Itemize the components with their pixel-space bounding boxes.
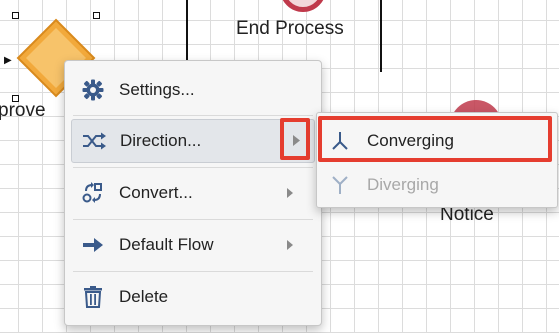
menu-item-default-flow[interactable]: Default Flow xyxy=(71,223,315,267)
submenu-item-diverging: Diverging xyxy=(323,165,551,205)
shuffle-icon xyxy=(76,132,112,150)
submenu-arrow-icon xyxy=(283,187,297,199)
converging-highlight-box xyxy=(318,116,552,162)
direction-arrow-highlight-box xyxy=(280,118,310,160)
arrow-right-icon xyxy=(75,237,111,253)
diverging-icon xyxy=(323,175,357,195)
menu-item-delete[interactable]: Delete xyxy=(71,275,315,319)
menu-item-settings[interactable]: Settings... xyxy=(71,68,315,112)
selection-handle-top-right[interactable] xyxy=(93,12,100,19)
submenu-item-label: Diverging xyxy=(367,175,439,194)
gear-icon xyxy=(75,79,111,101)
menu-item-label: Settings... xyxy=(119,80,195,99)
convert-icon xyxy=(75,182,111,204)
menu-item-label: Default Flow xyxy=(119,235,214,254)
menu-divider xyxy=(73,219,313,220)
lane-divider xyxy=(380,0,382,72)
menu-item-label: Convert... xyxy=(119,183,193,202)
trash-icon xyxy=(75,286,111,308)
selection-handle-top-left[interactable] xyxy=(12,12,19,19)
submenu-arrow-icon xyxy=(283,239,297,251)
end-event-shape[interactable] xyxy=(280,0,326,12)
end-process-label: End Process xyxy=(236,18,344,39)
menu-item-label: Delete xyxy=(119,287,169,306)
menu-item-convert[interactable]: Convert... xyxy=(71,171,315,215)
context-menu: Settings... Direction... Convert... Defa… xyxy=(64,60,322,326)
menu-divider xyxy=(73,115,313,116)
menu-divider xyxy=(73,167,313,168)
menu-item-direction[interactable]: Direction... xyxy=(71,119,315,163)
gateway-label-fragment: prove xyxy=(0,100,46,121)
menu-divider xyxy=(73,271,313,272)
connector-arrow-icon: ▶ xyxy=(4,55,12,66)
